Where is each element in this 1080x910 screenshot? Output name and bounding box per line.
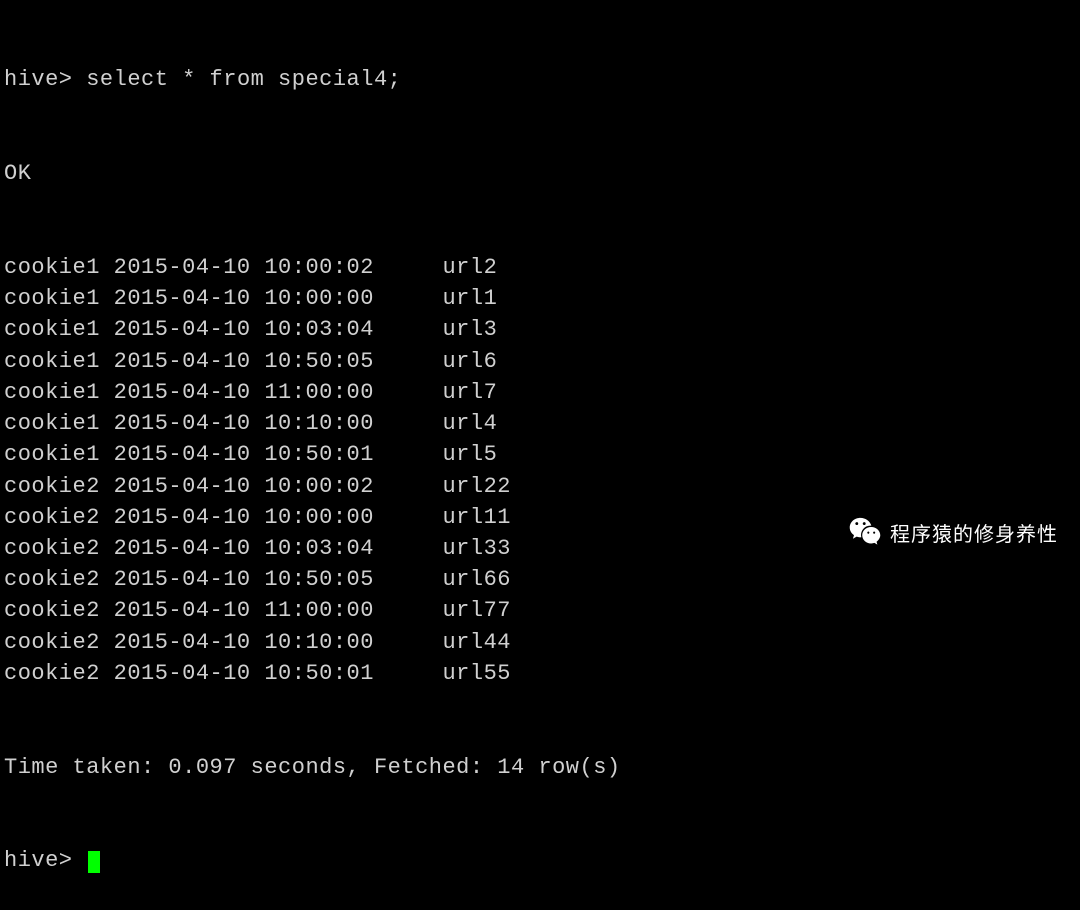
table-row: cookie1 2015-04-10 10:10:00 url4 <box>4 408 1076 439</box>
terminal-output[interactable]: hive> select * from special4; OK cookie1… <box>0 0 1080 910</box>
table-row: cookie1 2015-04-10 10:03:04 url3 <box>4 314 1076 345</box>
result-rows: cookie1 2015-04-10 10:00:02 url2cookie1 … <box>4 252 1076 689</box>
table-row: cookie2 2015-04-10 10:00:02 url22 <box>4 471 1076 502</box>
watermark-text: 程序猿的修身养性 <box>890 518 1058 547</box>
table-row: cookie2 2015-04-10 10:10:00 url44 <box>4 627 1076 658</box>
table-row: cookie2 2015-04-10 10:50:05 url66 <box>4 564 1076 595</box>
table-row: cookie2 2015-04-10 10:50:01 url55 <box>4 658 1076 689</box>
hive-prompt: hive> <box>4 67 73 92</box>
summary-line: Time taken: 0.097 seconds, Fetched: 14 r… <box>4 752 1076 783</box>
cursor-block <box>88 851 100 873</box>
watermark: 程序猿的修身养性 <box>848 515 1058 549</box>
next-prompt-line: hive> <box>4 845 1076 876</box>
table-row: cookie2 2015-04-10 11:00:00 url77 <box>4 595 1076 626</box>
sql-query: select * from special4; <box>86 67 401 92</box>
status-line: OK <box>4 158 1076 189</box>
table-row: cookie1 2015-04-10 10:00:00 url1 <box>4 283 1076 314</box>
table-row: cookie1 2015-04-10 10:50:05 url6 <box>4 346 1076 377</box>
table-row: cookie1 2015-04-10 11:00:00 url7 <box>4 377 1076 408</box>
table-row: cookie1 2015-04-10 10:00:02 url2 <box>4 252 1076 283</box>
hive-prompt: hive> <box>4 848 73 873</box>
table-row: cookie1 2015-04-10 10:50:01 url5 <box>4 439 1076 470</box>
wechat-icon <box>848 515 882 549</box>
query-line: hive> select * from special4; <box>4 64 1076 95</box>
